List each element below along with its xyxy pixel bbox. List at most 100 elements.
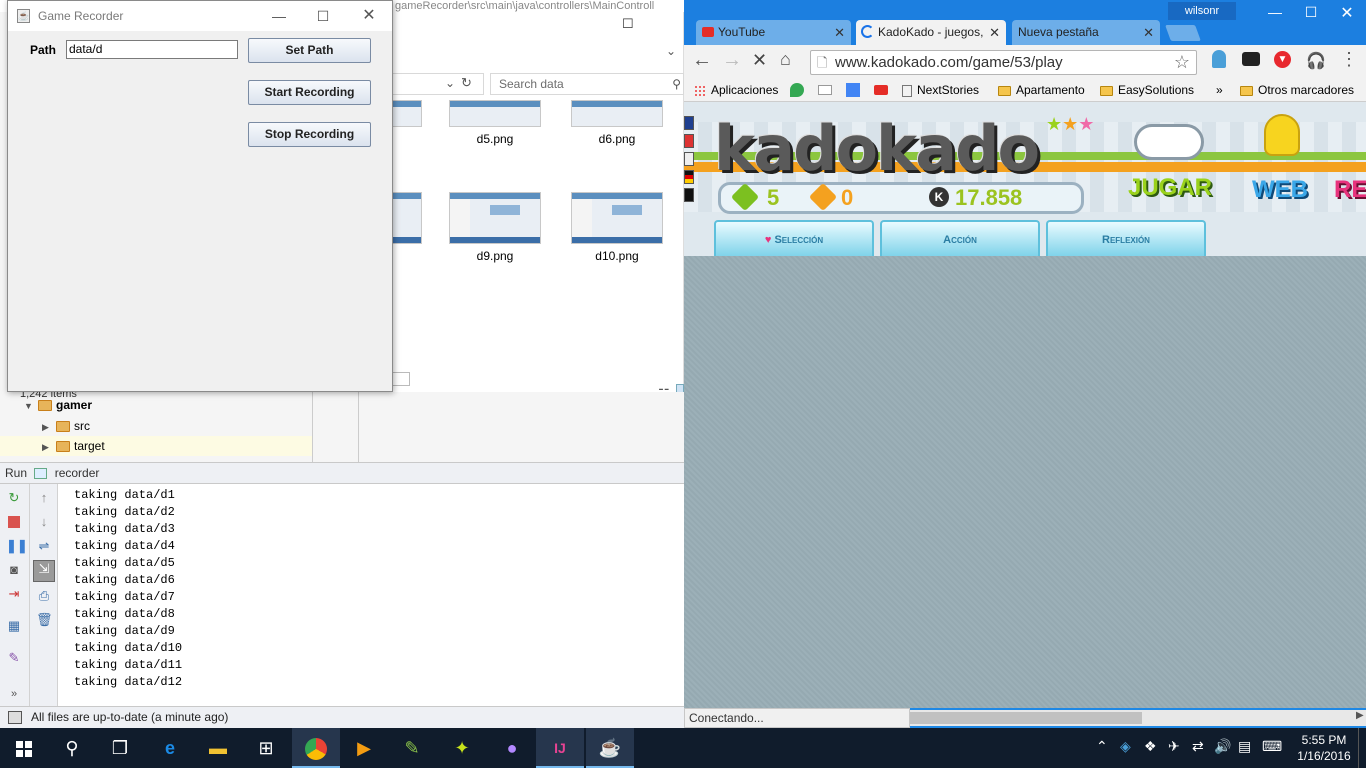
bookmark-icon[interactable] bbox=[818, 85, 832, 95]
forward-icon[interactable]: → bbox=[722, 49, 742, 72]
chrome-taskbar-icon[interactable] bbox=[292, 728, 340, 768]
youtube-bookmark-icon[interactable] bbox=[874, 85, 888, 95]
start-recording-button[interactable]: Start Recording bbox=[248, 80, 371, 105]
file-thumbnail[interactable] bbox=[449, 100, 541, 127]
run-config-name[interactable]: recorder bbox=[55, 466, 100, 480]
tray-network-icon[interactable]: ⇄ bbox=[1192, 738, 1204, 755]
print-icon[interactable]: ⎙ bbox=[36, 588, 52, 604]
tree-item-gamer[interactable]: ▼ gamer bbox=[0, 398, 312, 412]
scroll-to-end-icon[interactable]: ⇲ bbox=[33, 560, 55, 582]
category-tab-reflexion[interactable]: Reflexión bbox=[1046, 220, 1206, 256]
address-bar[interactable]: 🗋 www.kadokado.com/game/53/play ☆ bbox=[810, 50, 1197, 75]
status-icon[interactable] bbox=[8, 711, 22, 724]
scrollbar-thumb[interactable] bbox=[910, 712, 1142, 724]
stop-recording-button[interactable]: Stop Recording bbox=[248, 122, 371, 147]
kadokado-logo[interactable]: kadokado bbox=[714, 112, 1040, 185]
restore-layout-icon[interactable]: ▦ bbox=[6, 618, 22, 634]
extension-vivaldi-icon[interactable]: ▼ bbox=[1274, 51, 1291, 68]
up-arrow-icon[interactable]: ↑ bbox=[36, 490, 52, 506]
category-tab-seleccion[interactable]: ♥ Selección bbox=[714, 220, 874, 256]
java-taskbar-icon[interactable]: ☕ bbox=[586, 728, 634, 768]
bookmarks-overflow[interactable]: » bbox=[1216, 78, 1223, 102]
flag-es-icon[interactable] bbox=[684, 134, 694, 148]
refresh-icon[interactable]: ↻ bbox=[461, 75, 472, 91]
explorer-chevron-icon[interactable]: ⌄ bbox=[666, 44, 676, 58]
maps-icon[interactable] bbox=[790, 83, 804, 97]
tray-airplane-icon[interactable]: ✈ bbox=[1168, 738, 1180, 755]
more-icon[interactable]: » bbox=[6, 686, 22, 702]
tab-close-icon[interactable]: ✕ bbox=[1143, 20, 1154, 45]
tray-app-icon[interactable]: ◈ bbox=[1120, 738, 1131, 755]
store-icon[interactable]: ⊞ bbox=[242, 728, 290, 768]
app-icon[interactable]: ✦ bbox=[438, 728, 486, 768]
close-icon[interactable]: ✕ bbox=[346, 1, 392, 31]
tree-item-src[interactable]: ▶ src bbox=[0, 416, 312, 436]
file-thumbnail[interactable] bbox=[449, 192, 541, 244]
start-button[interactable] bbox=[0, 728, 48, 768]
pin-icon[interactable]: ✎ bbox=[6, 650, 22, 666]
rerun-icon[interactable]: ↻ bbox=[6, 490, 22, 506]
bookmark-apartamento[interactable]: Apartamento bbox=[998, 78, 1085, 102]
tab-close-icon[interactable]: ✕ bbox=[985, 20, 1000, 45]
media-player-icon[interactable]: ▶ bbox=[340, 728, 388, 768]
search-icon[interactable]: ⚲ bbox=[48, 728, 96, 768]
minimize-icon[interactable]: — bbox=[256, 1, 302, 31]
flag-be-icon[interactable] bbox=[684, 188, 694, 202]
bookmark-other[interactable]: Otros marcadores bbox=[1240, 78, 1354, 102]
file-name[interactable]: d10.png bbox=[571, 249, 663, 263]
stop-loading-icon[interactable]: ✕ bbox=[752, 50, 767, 71]
tab-new[interactable]: Nueva pestaña ✕ bbox=[1012, 20, 1160, 45]
file-thumbnail[interactable] bbox=[571, 192, 663, 244]
flag-uk-icon[interactable] bbox=[684, 116, 694, 130]
nav-web[interactable]: WEB bbox=[1252, 176, 1308, 204]
nav-jugar[interactable]: JUGAR bbox=[1128, 174, 1212, 202]
tab-kadokado[interactable]: KadoKado - juegos, ✕ bbox=[856, 20, 1006, 45]
back-icon[interactable]: ← bbox=[692, 49, 712, 72]
pause-icon[interactable]: ❚❚ bbox=[6, 538, 28, 554]
intellij-icon[interactable]: IJ bbox=[536, 728, 584, 768]
flag-de-icon[interactable] bbox=[684, 170, 694, 184]
volume-icon[interactable]: 🔊 bbox=[1214, 738, 1231, 755]
stop-icon[interactable] bbox=[8, 516, 20, 528]
file-name[interactable]: d9.png bbox=[449, 249, 541, 263]
trophy-icon[interactable] bbox=[1264, 114, 1300, 156]
tray-dropbox-icon[interactable]: ❖ bbox=[1144, 738, 1157, 755]
set-path-button[interactable]: Set Path bbox=[248, 38, 371, 63]
bookmark-nextstories[interactable]: NextStories bbox=[902, 78, 979, 102]
nav-re[interactable]: RE bbox=[1334, 176, 1366, 204]
clear-trash-icon[interactable]: 🗑 bbox=[36, 612, 53, 628]
dump-threads-icon[interactable]: ◙ bbox=[6, 562, 22, 578]
down-arrow-icon[interactable]: ↓ bbox=[36, 514, 52, 530]
tab-youtube[interactable]: YouTube ✕ bbox=[696, 20, 851, 45]
new-tab-button[interactable] bbox=[1165, 25, 1201, 41]
close-icon[interactable]: ✕ bbox=[1324, 3, 1366, 23]
keyboard-icon[interactable]: ⌨ bbox=[1262, 738, 1282, 755]
category-tab-accion[interactable]: Acción bbox=[880, 220, 1040, 256]
explorer-maximize-icon[interactable]: ☐ bbox=[622, 16, 634, 32]
file-name[interactable]: d5.png bbox=[449, 132, 541, 146]
flag-fr-icon[interactable] bbox=[684, 152, 694, 166]
edge-icon[interactable]: e bbox=[146, 728, 194, 768]
console-output[interactable]: taking data/d1 taking data/d2 taking dat… bbox=[58, 484, 684, 706]
bookmark-easysolutions[interactable]: EasySolutions bbox=[1100, 78, 1194, 102]
github-icon[interactable]: ● bbox=[488, 728, 536, 768]
file-thumbnail[interactable] bbox=[571, 100, 663, 127]
recorder-title-bar[interactable]: ☕ Game Recorder — ☐ ✕ bbox=[8, 1, 392, 31]
tab-close-icon[interactable]: ✕ bbox=[834, 20, 845, 45]
soft-wrap-icon[interactable]: ⇌ bbox=[36, 538, 52, 554]
extension-eyes-icon[interactable] bbox=[1242, 52, 1260, 66]
taskbar-clock[interactable]: 5:55 PM 1/16/2016 bbox=[1290, 732, 1358, 764]
extension-ghost-icon[interactable] bbox=[1212, 50, 1226, 68]
menu-icon[interactable]: ⋮ bbox=[1340, 49, 1358, 70]
explorer-address-bar[interactable]: ⌄ ↻ bbox=[392, 73, 484, 95]
home-icon[interactable]: ⌂ bbox=[780, 49, 791, 70]
tray-overflow-icon[interactable]: ⌃ bbox=[1096, 738, 1108, 755]
notifications-icon[interactable]: ▤ bbox=[1238, 738, 1251, 755]
task-view-icon[interactable]: ❐ bbox=[96, 728, 144, 768]
dropdown-chevron-icon[interactable]: ⌄ bbox=[445, 76, 455, 90]
expand-arrow-icon[interactable]: ▶ bbox=[42, 437, 56, 457]
maximize-icon[interactable]: ☐ bbox=[300, 1, 346, 31]
file-explorer-icon[interactable]: ▬ bbox=[194, 728, 242, 768]
bookmark-star-icon[interactable]: ☆ bbox=[1174, 51, 1190, 74]
bookmark-apps[interactable]: Aplicaciones bbox=[694, 78, 778, 102]
